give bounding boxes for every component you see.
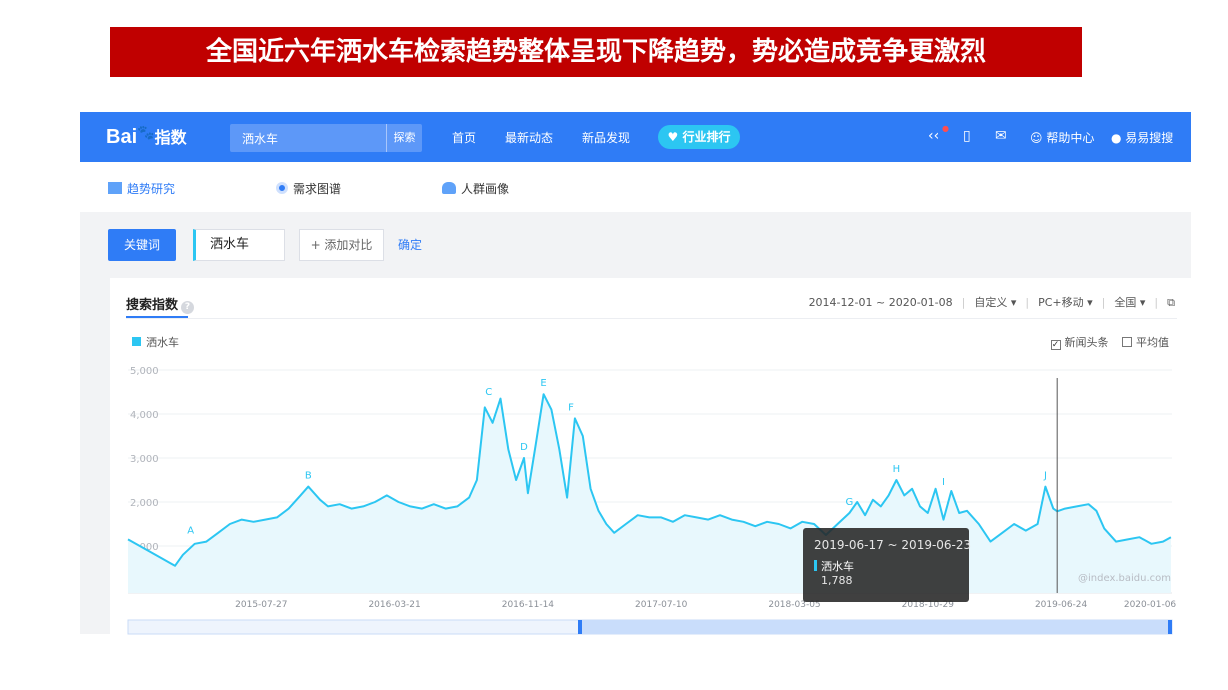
tooltip-series-name: 洒水车 (821, 560, 854, 573)
y-tick-label: 2,000 (130, 498, 159, 509)
annotation-g: G (846, 497, 854, 508)
series-area (128, 394, 1171, 593)
annotation-e: E (540, 378, 546, 389)
y-tick-label: 3,000 (130, 454, 159, 465)
annotation-h: H (893, 464, 901, 475)
range-slider-right-handle[interactable] (1168, 620, 1172, 634)
x-tick-label: 2016-03-21 (368, 600, 420, 610)
annotation-b: B (305, 471, 312, 482)
tooltip-date-range: 2019-06-17 ~ 2019-06-23 (814, 538, 972, 552)
range-slider-left-handle[interactable] (578, 620, 582, 634)
chart-tooltip: 2019-06-17 ~ 2019-06-23 洒水车 1,788 (803, 528, 972, 602)
tooltip-value: 1,788 (821, 574, 853, 587)
annotation-d: D (520, 442, 528, 453)
range-slider-selection[interactable] (580, 620, 1170, 634)
x-tick-label: 2016-11-14 (502, 600, 555, 610)
annotation-a: A (187, 526, 194, 537)
x-axis-ticks: 2015-07-27 2016-03-21 2016-11-14 2017-07-10… (235, 600, 1176, 610)
annotation-j: J (1043, 471, 1047, 482)
x-tick-label: 2017-07-10 (635, 600, 688, 610)
annotation-c: C (485, 387, 492, 398)
tooltip-series: 洒水车 (814, 558, 854, 574)
tooltip-series-marker (814, 560, 817, 571)
watermark: @index.baidu.com (1078, 573, 1172, 584)
y-axis-ticks: 1,0002,0003,0004,0005,000 (130, 366, 159, 553)
annotation-f: F (568, 402, 574, 413)
x-tick-label: 2019-06-24 (1035, 600, 1088, 610)
x-tick-label: 2015-07-27 (235, 600, 287, 610)
y-tick-label: 4,000 (130, 410, 159, 421)
annotation-i: I (942, 477, 945, 488)
trend-chart[interactable]: 1,0002,0003,0004,0005,000 ABCDEFGHIJ 201… (0, 0, 1228, 690)
y-tick-label: 5,000 (130, 366, 159, 377)
x-tick-label: 2020-01-06 (1124, 600, 1177, 610)
